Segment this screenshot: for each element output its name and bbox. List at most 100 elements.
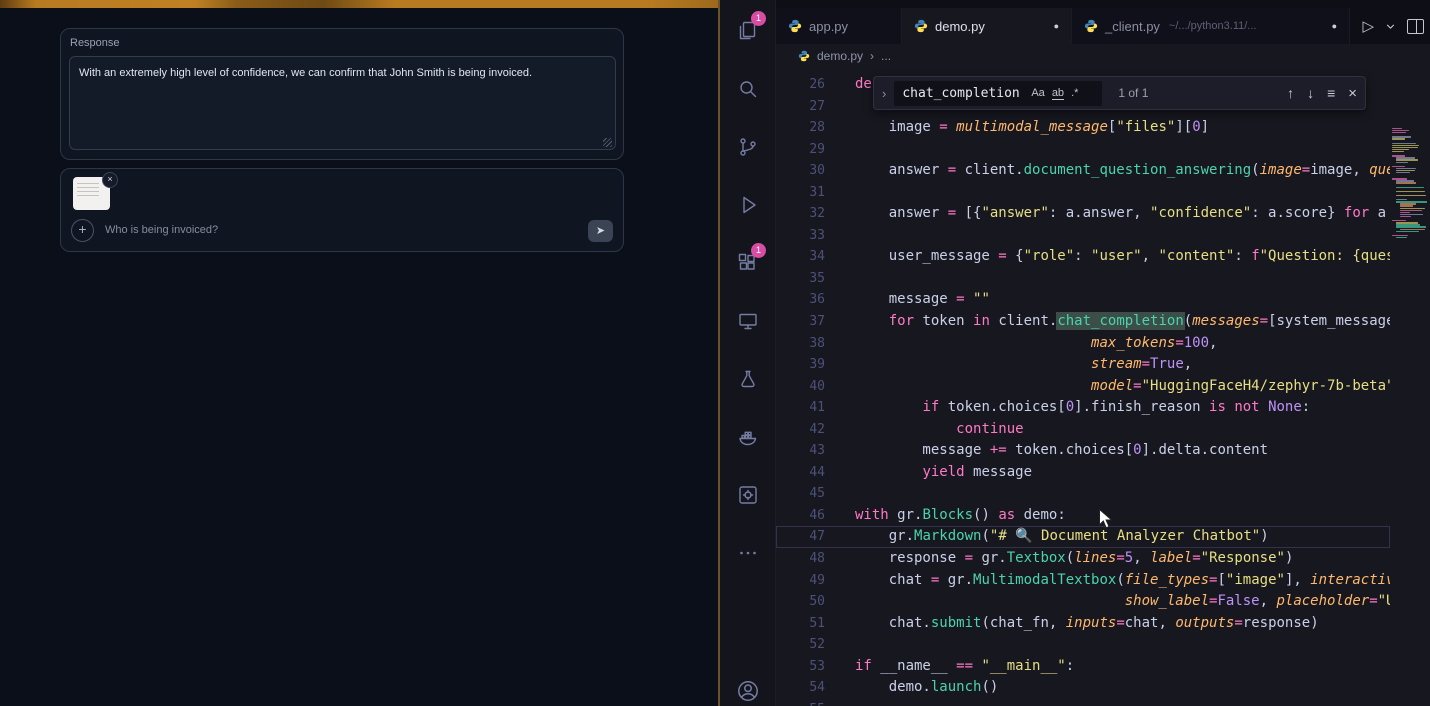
line-number[interactable]: 41 [776,397,825,419]
code-token: [system_message, user_message], [1268,313,1390,329]
line-number[interactable]: 28 [776,117,825,139]
code-line[interactable]: 43 message += token.choices[0].delta.con… [776,440,1390,462]
minimap[interactable] [1390,128,1430,706]
line-number[interactable]: 31 [776,182,825,204]
line-number[interactable]: 39 [776,354,825,376]
send-button[interactable]: ➤ [588,220,613,242]
whole-word-icon[interactable]: ab [1052,87,1064,100]
activity-more-button[interactable] [720,524,775,582]
activity-remote-explorer-button[interactable] [720,292,775,350]
find-in-selection-icon[interactable]: ≡ [1327,85,1335,101]
line-number[interactable]: 35 [776,268,825,290]
activity-search-button[interactable] [720,60,775,118]
previous-match-icon[interactable]: ↑ [1287,85,1294,101]
line-number[interactable]: 36 [776,289,825,311]
breadcrumb-more[interactable]: ... [881,49,891,63]
code-line[interactable]: 44 yield message [776,462,1390,484]
line-number[interactable]: 26 [776,74,825,96]
line-number[interactable]: 38 [776,333,825,355]
breadcrumb-file[interactable]: demo.py [817,49,863,63]
code-line[interactable]: 39 stream=True, [776,354,1390,376]
run-dropdown-chevron-icon[interactable] [1385,21,1396,32]
line-number[interactable]: 44 [776,462,825,484]
code-line[interactable]: 31 [776,182,1390,204]
code-line[interactable]: 42 continue [776,419,1390,441]
find-input[interactable] [900,85,1024,102]
line-number[interactable]: 42 [776,419,825,441]
code-line[interactable]: 32 answer = [{"answer": a.answer, "confi… [776,203,1390,225]
line-number[interactable]: 49 [776,570,825,592]
line-number[interactable]: 43 [776,440,825,462]
code-line[interactable]: 48 response = gr.Textbox(lines=5, label=… [776,548,1390,570]
close-icon[interactable]: × [1348,85,1357,102]
code-line[interactable]: 47 gr.Markdown("# 🔍 Document Analyzer Ch… [776,526,1390,548]
activity-source-control-button[interactable] [720,118,775,176]
split-editor-button[interactable] [1407,19,1424,34]
add-file-button[interactable]: + [71,219,94,242]
code-line[interactable]: 40 model="HuggingFaceH4/zephyr-7b-beta")… [776,376,1390,398]
line-number[interactable]: 52 [776,634,825,656]
code-line[interactable]: 38 max_tokens=100, [776,333,1390,355]
code-editor[interactable]: 26def chat_fn(multimodal_message):2728 i… [776,68,1430,706]
remove-attachment-button[interactable]: × [102,172,118,188]
line-number[interactable]: 34 [776,246,825,268]
modified-dot-icon[interactable]: ● [1322,21,1337,31]
code-line[interactable]: 28 image = multimodal_message["files"][0… [776,117,1390,139]
line-number[interactable]: 55 [776,699,825,706]
code-token: ].delta.content [1142,442,1268,458]
line-number[interactable]: 46 [776,505,825,527]
line-number[interactable]: 53 [776,656,825,678]
activity-extensions-button[interactable]: 1 [720,234,775,292]
line-number[interactable]: 30 [776,160,825,182]
chat-text-input[interactable] [103,218,537,242]
response-textarea[interactable]: With an extremely high level of confiden… [69,56,616,150]
code-line[interactable]: 55 [776,699,1390,706]
regex-icon[interactable]: .* [1071,87,1078,99]
toggle-replace-chevron-icon[interactable]: › [882,86,886,101]
code-line[interactable]: 46with gr.Blocks() as demo: [776,505,1390,527]
line-number[interactable]: 32 [776,203,825,225]
line-number[interactable]: 29 [776,139,825,161]
activity-explorer-button[interactable]: 1 [720,2,775,60]
code-line[interactable]: 33 [776,225,1390,247]
activity-testing-button[interactable] [720,350,775,408]
tab-app-py[interactable]: app.py [776,8,902,44]
code-line[interactable]: 34 user_message = {"role": "user", "cont… [776,246,1390,268]
match-case-icon[interactable]: Aa [1031,87,1044,99]
code-line[interactable]: 35 [776,268,1390,290]
modified-dot-icon[interactable]: ● [1044,21,1059,31]
code-line[interactable]: 29 [776,139,1390,161]
line-number[interactable]: 48 [776,548,825,570]
code-line[interactable]: 45 [776,483,1390,505]
resize-handle-icon[interactable] [603,138,612,147]
line-number[interactable]: 51 [776,613,825,635]
code-line[interactable]: 51 chat.submit(chat_fn, inputs=chat, out… [776,613,1390,635]
code-token: = [1369,593,1377,609]
tab-demo-py[interactable]: demo.py ● [902,8,1072,44]
line-number[interactable]: 37 [776,311,825,333]
code-line[interactable]: 52 [776,634,1390,656]
code-token: gr. [889,507,923,523]
activity-container-tools-button[interactable] [720,466,775,524]
code-line[interactable]: 49 chat = gr.MultimodalTextbox(file_type… [776,570,1390,592]
line-number[interactable]: 50 [776,591,825,613]
next-match-icon[interactable]: ↓ [1307,85,1314,101]
line-number[interactable]: 45 [776,483,825,505]
line-number[interactable]: 54 [776,677,825,699]
activity-docker-button[interactable] [720,408,775,466]
line-number[interactable]: 40 [776,376,825,398]
activity-run-debug-button[interactable] [720,176,775,234]
code-line[interactable]: 53if __name__ == "__main__": [776,656,1390,678]
activity-account-button[interactable] [720,678,776,706]
code-line[interactable]: 30 answer = client.document_question_ans… [776,160,1390,182]
code-line[interactable]: 50 show_label=False, placeholder="Upload… [776,591,1390,613]
run-python-file-button[interactable]: ▷ [1362,17,1374,35]
line-number[interactable]: 33 [776,225,825,247]
code-line[interactable]: 41 if token.choices[0].finish_reason is … [776,397,1390,419]
code-line[interactable]: 54 demo.launch() [776,677,1390,699]
tab-client-py[interactable]: _client.py ~/.../python3.11/... ● [1072,8,1350,44]
code-line[interactable]: 37 for token in client.chat_completion(m… [776,311,1390,333]
line-number[interactable]: 27 [776,96,825,118]
code-line[interactable]: 36 message = "" [776,289,1390,311]
line-number[interactable]: 47 [776,526,825,548]
